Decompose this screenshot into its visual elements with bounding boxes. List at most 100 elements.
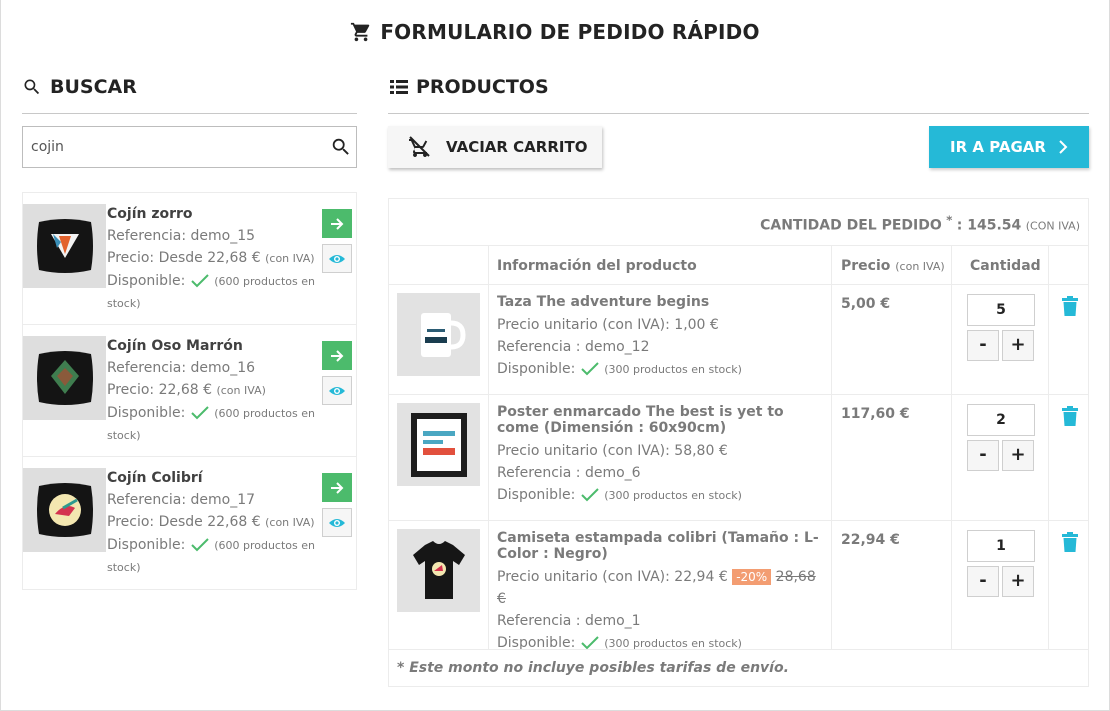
- arrow-right-icon: [331, 217, 344, 230]
- discount-badge: -20%: [732, 569, 772, 585]
- trash-icon[interactable]: [1061, 406, 1079, 426]
- divider: [389, 284, 1088, 285]
- increase-quantity-button[interactable]: +: [1002, 330, 1034, 361]
- search-icon: [24, 79, 40, 95]
- add-to-cart-button[interactable]: [322, 209, 352, 238]
- product-thumbnail[interactable]: [23, 468, 106, 552]
- stock-text-cont: stock): [107, 561, 141, 574]
- stock-text: (300 productos en stock): [604, 363, 742, 376]
- search-result-item: Cojín zorro Referencia: demo_15 Precio: …: [23, 193, 356, 325]
- search-results: Cojín zorro Referencia: demo_15 Precio: …: [22, 192, 357, 590]
- trash-icon[interactable]: [1061, 296, 1079, 316]
- search-result-item: Cojín Oso Marrón Referencia: demo_16 Pre…: [23, 325, 356, 457]
- order-total-tax: (CON IVA): [1025, 219, 1080, 233]
- column-header-qty: Cantidad: [970, 258, 1041, 274]
- column-header-price: Precio (con IVA): [841, 258, 945, 274]
- order-total-label: CANTIDAD DEL PEDIDO: [760, 217, 942, 234]
- result-price: Precio: Desde 22,68 € (con IVA): [107, 247, 317, 270]
- product-total-price: 5,00 €: [841, 296, 891, 312]
- result-name[interactable]: Cojín Oso Marrón: [107, 335, 317, 357]
- product-thumbnail[interactable]: [397, 403, 480, 486]
- cushion-hummingbird-image: [36, 483, 93, 537]
- trash-icon[interactable]: [1061, 532, 1079, 552]
- result-reference: Referencia: demo_16: [107, 360, 256, 376]
- column-header-price-label: Precio: [841, 258, 891, 274]
- search-input[interactable]: [23, 127, 313, 167]
- quantity-input[interactable]: 5: [967, 294, 1035, 326]
- product-availability: Disponible: (300 productos en stock): [497, 358, 827, 381]
- decrease-quantity-button[interactable]: -: [967, 566, 999, 597]
- product-name[interactable]: Taza The adventure begins: [497, 294, 827, 310]
- result-name[interactable]: Cojín Colibrí: [107, 467, 317, 489]
- column-header-price-tax: (con IVA): [895, 260, 945, 273]
- page-title-text: FORMULARIO DE PEDIDO RÁPIDO: [380, 20, 760, 44]
- increase-quantity-button[interactable]: +: [1002, 566, 1034, 597]
- cushion-fox-image: [36, 219, 93, 273]
- column-header-info: Información del producto: [497, 258, 697, 274]
- divider: [389, 520, 1088, 521]
- result-tax: (con IVA): [265, 252, 315, 265]
- stock-text-cont: stock): [107, 297, 141, 310]
- add-to-cart-button[interactable]: [322, 473, 352, 502]
- result-reference: Referencia: demo_15: [107, 228, 256, 244]
- product-thumbnail[interactable]: [23, 204, 106, 288]
- order-total-star: *: [946, 213, 953, 227]
- product-thumbnail[interactable]: [397, 293, 480, 376]
- quick-view-button[interactable]: [322, 508, 352, 537]
- search-divider: [22, 113, 357, 114]
- increase-quantity-button[interactable]: +: [1002, 440, 1034, 471]
- result-reference: Referencia: demo_17: [107, 492, 256, 508]
- list-icon: [390, 80, 408, 94]
- divider: [389, 245, 1088, 246]
- remove-cart-icon: [409, 136, 430, 157]
- quantity-input[interactable]: 1: [967, 530, 1035, 562]
- quick-view-button[interactable]: [322, 244, 352, 273]
- result-price-value: Precio: Desde 22,68 €: [107, 250, 261, 266]
- product-info: Taza The adventure begins Precio unitari…: [497, 294, 827, 381]
- decrease-quantity-button[interactable]: -: [967, 330, 999, 361]
- column-divider: [831, 245, 832, 649]
- check-icon: [191, 538, 209, 552]
- search-field[interactable]: [22, 126, 357, 168]
- availability-label: Disponible:: [107, 405, 186, 421]
- result-name[interactable]: Cojín zorro: [107, 203, 317, 225]
- products-heading: PRODUCTOS: [390, 76, 549, 98]
- divider: [389, 649, 1088, 650]
- product-thumbnail[interactable]: [23, 336, 106, 420]
- products-heading-text: PRODUCTOS: [416, 76, 549, 98]
- column-divider: [1048, 245, 1049, 649]
- stock-text: (600 productos en: [214, 539, 315, 552]
- result-price: Precio: 22,68 € (con IVA): [107, 379, 317, 402]
- result-tax: (con IVA): [265, 516, 315, 529]
- result-availability: Disponible: (600 productos en: [107, 270, 317, 293]
- shipping-footnote: * Este monto no incluye posibles tarifas…: [397, 660, 789, 676]
- product-availability: Disponible: (300 productos en stock): [497, 484, 827, 507]
- availability-label: Disponible:: [107, 537, 186, 553]
- product-unit-price: Precio unitario (con IVA): 58,80 €: [497, 443, 728, 459]
- tshirt-image: [412, 540, 465, 599]
- product-thumbnail[interactable]: [397, 529, 480, 612]
- quantity-input[interactable]: 2: [967, 404, 1035, 436]
- empty-cart-button[interactable]: VACIAR CARRITO: [388, 126, 602, 168]
- column-divider: [488, 245, 489, 649]
- eye-icon: [329, 386, 345, 395]
- eye-icon: [329, 518, 345, 527]
- search-heading: BUSCAR: [22, 76, 137, 98]
- product-name[interactable]: Camiseta estampada colibri (Tamaño : L- …: [497, 530, 827, 562]
- poster-image: [410, 412, 467, 477]
- search-submit-icon[interactable]: [330, 136, 352, 158]
- column-divider: [951, 245, 952, 649]
- product-total-price: 22,94 €: [841, 532, 900, 548]
- decrease-quantity-button[interactable]: -: [967, 440, 999, 471]
- eye-icon: [329, 254, 345, 263]
- result-price-value: Precio: Desde 22,68 €: [107, 514, 261, 530]
- product-name[interactable]: Poster enmarcado The best is yet to come…: [497, 404, 827, 436]
- availability-label: Disponible:: [497, 361, 576, 377]
- result-price: Precio: Desde 22,68 € (con IVA): [107, 511, 317, 534]
- check-icon: [191, 274, 209, 288]
- add-to-cart-button[interactable]: [322, 341, 352, 370]
- stock-text: (300 productos en stock): [604, 489, 742, 502]
- quick-view-button[interactable]: [322, 376, 352, 405]
- checkout-button[interactable]: IR A PAGAR: [929, 126, 1089, 168]
- search-heading-text: BUSCAR: [50, 76, 137, 98]
